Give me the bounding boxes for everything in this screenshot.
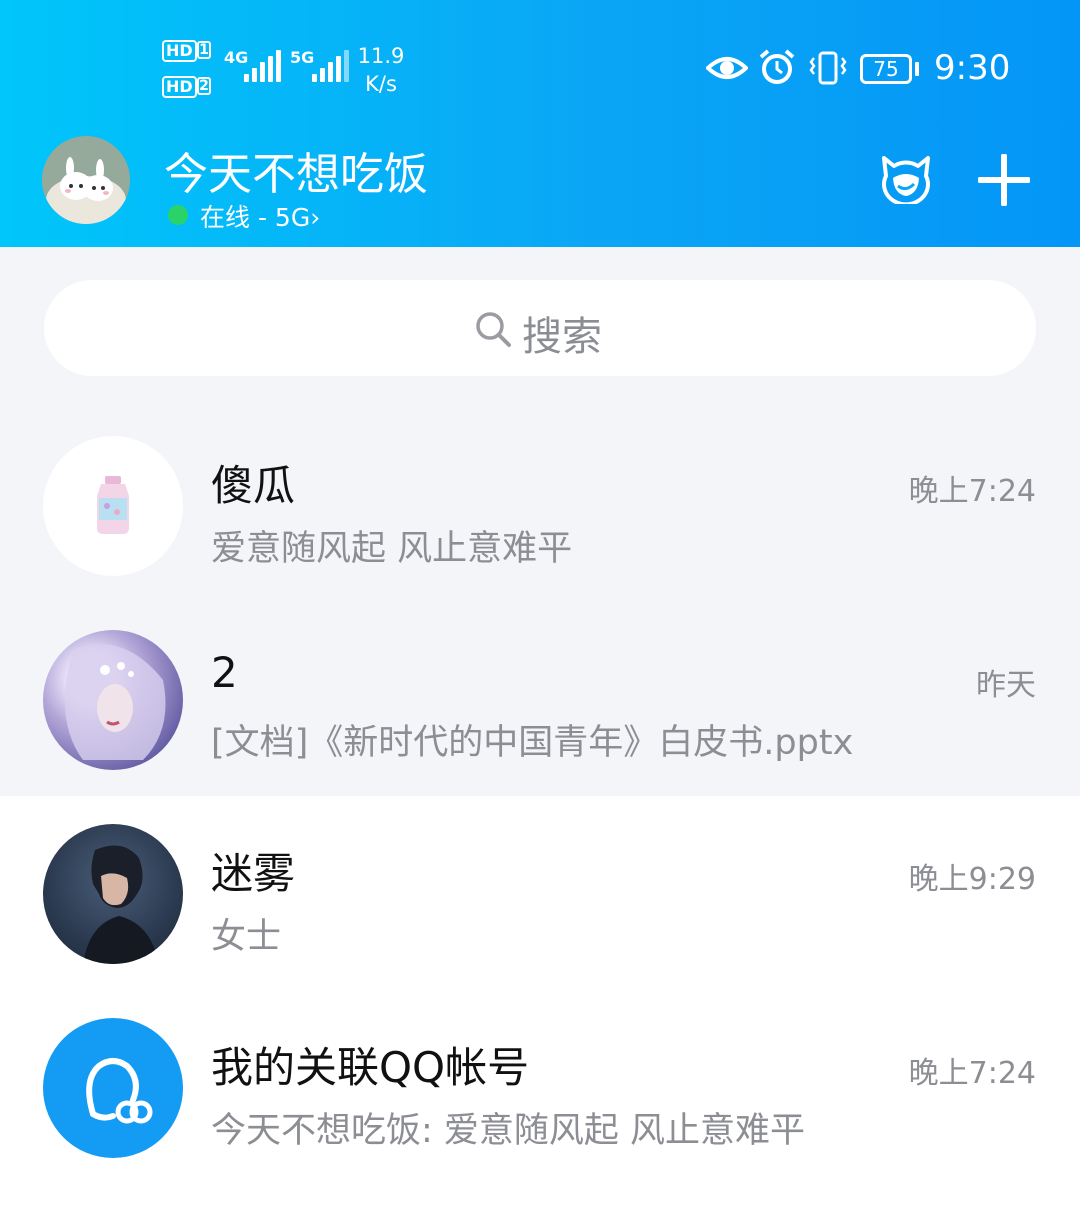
alarm-icon xyxy=(759,49,795,84)
sim-1-badge: 1 xyxy=(197,41,211,59)
app-header: HD 1 HD 2 4G 5G 11.9 K/s 75 9:30 今天不想吃饭 … xyxy=(0,0,1080,247)
network-type-2: 5G xyxy=(290,48,315,67)
chat-row[interactable]: 迷雾 女士 晚上9:29 xyxy=(0,796,1080,990)
signal-1-icon xyxy=(244,50,281,82)
chat-name: 傻瓜 xyxy=(211,461,296,510)
search-placeholder: 搜索 xyxy=(522,314,602,360)
vibrate-icon xyxy=(809,51,847,85)
search-icon xyxy=(476,312,511,347)
online-status-dot xyxy=(168,205,188,225)
sim-2-badge: 2 xyxy=(197,77,211,95)
chat-name: 迷雾 xyxy=(211,849,296,898)
hd-badge-2: HD xyxy=(162,76,197,98)
signal-2-icon xyxy=(312,50,349,82)
chat-last-message: 今天不想吃饭: 爱意随风起 风止意难平 xyxy=(211,1111,806,1151)
qq-link-icon xyxy=(86,1058,153,1124)
chat-time: 晚上7:24 xyxy=(908,1056,1036,1091)
network-speed: 11.9 K/s xyxy=(356,42,406,98)
online-status[interactable]: 在线 - 5G› xyxy=(200,198,320,234)
hd-badge-1: HD xyxy=(162,40,197,62)
chat-row[interactable]: 傻瓜 爱意随风起 风止意难平 晚上7:24 xyxy=(0,408,1080,602)
chat-name: 2 xyxy=(211,648,238,697)
man-silhouette-icon xyxy=(83,845,159,964)
online-status-text: 在线 - 5G xyxy=(200,203,311,232)
chat-last-message: [文档]《新时代的中国青年》白皮书.pptx xyxy=(211,723,854,763)
chat-row[interactable]: 我的关联QQ帐号 今天不想吃饭: 爱意随风起 风止意难平 晚上7:24 xyxy=(0,990,1080,1210)
bottle-avatar xyxy=(43,436,183,576)
chat-time: 昨天 xyxy=(976,668,1036,703)
chat-name: 我的关联QQ帐号 xyxy=(211,1043,530,1092)
network-speed-unit: K/s xyxy=(365,72,397,96)
bunny-illustration-icon xyxy=(42,136,130,224)
chevron-right-icon: › xyxy=(310,203,321,232)
battery-level: 75 xyxy=(860,54,912,84)
chat-time: 晚上7:24 xyxy=(908,474,1036,509)
battery-tip xyxy=(915,62,919,76)
chat-time: 晚上9:29 xyxy=(908,862,1036,897)
chat-row[interactable]: 2 [文档]《新时代的中国青年》白皮书.pptx 昨天 xyxy=(0,602,1080,796)
eye-comfort-icon xyxy=(706,57,748,79)
user-nickname[interactable]: 今天不想吃饭 xyxy=(164,138,428,202)
add-icon[interactable] xyxy=(978,154,1030,206)
chat-last-message: 爱意随风起 风止意难平 xyxy=(211,529,573,569)
anime-girl-avatar xyxy=(43,630,183,770)
qq-show-icon[interactable] xyxy=(878,152,934,204)
user-avatar[interactable] xyxy=(42,136,130,224)
portrait-illustration-icon xyxy=(65,644,166,760)
bottle-icon xyxy=(97,476,129,534)
linked-account-avatar xyxy=(43,1018,183,1158)
network-speed-value: 11.9 xyxy=(357,44,405,68)
man-portrait-avatar xyxy=(43,824,183,964)
status-time: 9:30 xyxy=(934,48,1011,88)
chat-last-message: 女士 xyxy=(211,917,282,957)
